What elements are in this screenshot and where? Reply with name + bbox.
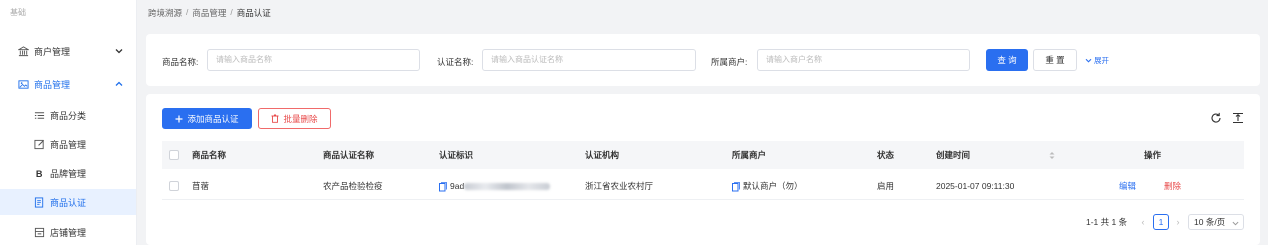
breadcrumb: 跨境溯源 / 商品管理 / 商品认证 <box>148 7 271 19</box>
sidebar-item-label: 商品认证 <box>50 197 87 208</box>
select-all-checkbox[interactable] <box>169 150 179 160</box>
table-row: 苜蓿 农产品检验检疫 9ad 浙江省农业农村厅 默认商户（勿） 启用 2025-… <box>162 172 1244 200</box>
created-at-cell: 2025-01-07 09:11:30 <box>936 181 1015 191</box>
sidebar-item-label: 商品管理 <box>34 79 71 90</box>
sidebar-item-label: 商户管理 <box>34 46 71 57</box>
delete-link[interactable]: 删除 <box>1164 172 1181 200</box>
sidebar-item-store-management[interactable]: 店铺管理 <box>0 219 136 245</box>
sidebar-item-product-category[interactable]: 商品分类 <box>0 102 136 128</box>
cert-name-cell: 农产品检验检疫 <box>323 181 383 191</box>
chevron-down-icon <box>114 46 124 56</box>
sidebar-item-product-certification[interactable]: 商品认证 <box>0 189 136 215</box>
product-name-label: 商品名称: <box>162 57 199 67</box>
cert-name-input[interactable]: 请输入商品认证名称 <box>482 49 696 71</box>
merchant-label: 所属商户: <box>711 57 748 67</box>
chevron-down-icon <box>1232 221 1239 226</box>
column-header: 所属商户 <box>732 150 767 160</box>
product-name-input[interactable]: 请输入商品名称 <box>207 49 420 71</box>
sidebar-item-merchant-management[interactable]: 商户管理 <box>0 38 136 64</box>
search-panel: 商品名称: 请输入商品名称 认证名称: 请输入商品认证名称 所属商户: 请输入商… <box>146 34 1260 86</box>
copy-icon[interactable] <box>732 181 740 192</box>
redacted-value <box>464 183 551 191</box>
svg-text:B: B <box>35 169 42 179</box>
sort-icon[interactable] <box>1049 151 1055 160</box>
chevron-down-icon <box>1085 58 1092 63</box>
list-icon <box>33 109 45 121</box>
pagination-total: 1-1 共 1 条 <box>1086 217 1128 227</box>
store-icon <box>33 226 45 238</box>
merchant-cell: 默认商户（勿） <box>732 172 803 200</box>
chevron-up-icon <box>114 79 124 89</box>
column-header: 创建时间 <box>936 150 971 160</box>
sidebar-item-product-management[interactable]: 商品管理 <box>0 71 136 97</box>
batch-delete-label: 批量删除 <box>283 113 318 124</box>
cert-id-text: 9ad <box>450 181 465 191</box>
table-header: 商品名称 商品认证名称 认证标识 认证机构 所属商户 状态 创建时间 操作 <box>162 141 1244 169</box>
sidebar-item-label: 商品分类 <box>50 110 87 121</box>
sidebar-item-label: 店铺管理 <box>50 227 87 238</box>
column-header: 操作 <box>1144 150 1162 160</box>
page-size-value: 10 条/页 <box>1194 217 1226 227</box>
merchant-text: 默认商户（勿） <box>743 181 803 191</box>
document-icon <box>33 196 45 208</box>
column-header: 认证标识 <box>439 150 474 160</box>
product-name-cell: 苜蓿 <box>192 181 210 191</box>
breadcrumb-item[interactable]: 跨境溯源 <box>148 7 182 19</box>
copy-icon[interactable] <box>439 181 447 192</box>
sidebar: 基础 商户管理 商品管理 商品分类 商品管理 B 品牌管理 商品认证 店铺管理 <box>0 0 137 245</box>
edit-icon <box>33 138 45 150</box>
page-size-select[interactable]: 10 条/页 <box>1188 214 1244 230</box>
brand-b-icon: B <box>33 167 45 179</box>
breadcrumb-separator: / <box>230 7 233 17</box>
cert-org-cell: 浙江省农业农村厅 <box>585 181 654 191</box>
breadcrumb-separator: / <box>186 7 189 17</box>
edit-link[interactable]: 编辑 <box>1119 172 1136 200</box>
column-header: 商品认证名称 <box>323 150 375 160</box>
row-checkbox[interactable] <box>169 181 179 191</box>
reset-button[interactable]: 重 置 <box>1033 49 1077 71</box>
column-header: 状态 <box>877 150 895 160</box>
table-panel: 添加商品认证 批量删除 商品名称 商品认证名称 认证标识 认证机构 所属商户 状… <box>146 94 1260 245</box>
cert-id-cell: 9ad <box>439 172 551 200</box>
sidebar-item-label: 商品管理 <box>50 139 87 150</box>
sidebar-section-label: 基础 <box>10 8 26 17</box>
bank-icon <box>17 45 29 57</box>
add-certification-label: 添加商品认证 <box>187 113 239 124</box>
breadcrumb-current: 商品认证 <box>236 8 271 18</box>
plus-icon <box>175 115 183 122</box>
sidebar-item-label: 品牌管理 <box>50 168 87 179</box>
expand-label: 展开 <box>1094 56 1109 65</box>
column-header: 商品名称 <box>192 150 227 160</box>
next-page-button[interactable]: › <box>1174 214 1182 230</box>
status-cell: 启用 <box>877 181 895 191</box>
cert-name-label: 认证名称: <box>437 57 474 67</box>
query-button[interactable]: 查 询 <box>986 49 1028 71</box>
column-height-icon[interactable] <box>1232 112 1244 124</box>
trash-icon <box>271 114 279 123</box>
image-icon <box>17 78 29 90</box>
sidebar-item-product-list[interactable]: 商品管理 <box>0 131 136 157</box>
page-number-current[interactable]: 1 <box>1153 214 1169 230</box>
prev-page-button[interactable]: ‹ <box>1139 214 1147 230</box>
add-certification-button[interactable]: 添加商品认证 <box>162 108 252 129</box>
merchant-input[interactable]: 请输入商户名称 <box>757 49 970 71</box>
expand-link[interactable]: 展开 <box>1085 55 1109 66</box>
breadcrumb-item[interactable]: 商品管理 <box>192 7 226 19</box>
column-header: 认证机构 <box>585 150 620 160</box>
refresh-icon[interactable] <box>1210 112 1222 124</box>
batch-delete-button[interactable]: 批量删除 <box>258 108 331 129</box>
sidebar-item-brand-management[interactable]: B 品牌管理 <box>0 160 136 186</box>
